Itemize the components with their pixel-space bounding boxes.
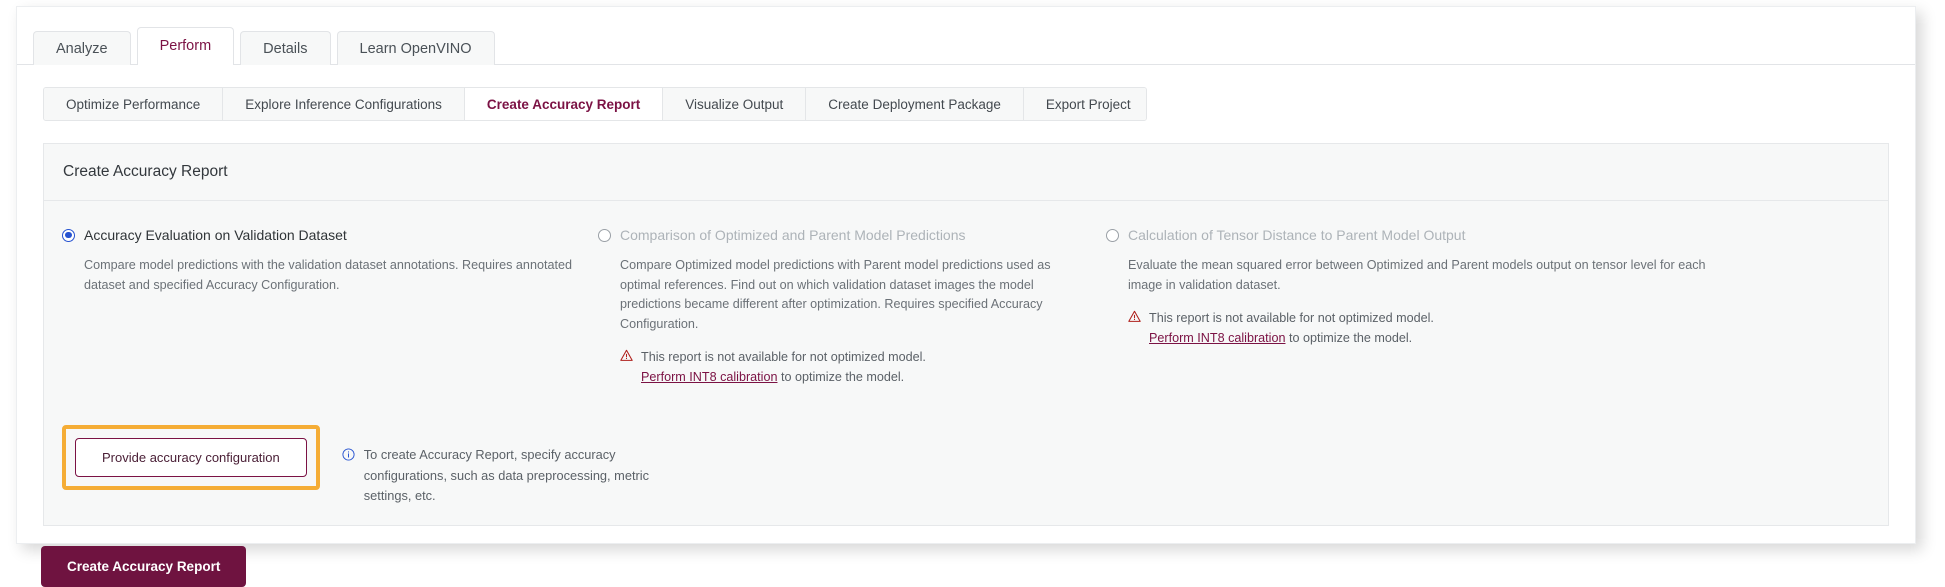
tab-create-accuracy-report[interactable]: Create Accuracy Report bbox=[464, 88, 664, 120]
action-row: Provide accuracy configuration To create… bbox=[44, 425, 1888, 506]
option-label: Comparison of Optimized and Parent Model… bbox=[620, 227, 966, 243]
panel-header: Create Accuracy Report bbox=[44, 144, 1888, 201]
radio-comparison-optimized-parent[interactable] bbox=[598, 228, 611, 242]
warning-note-text: This report is not available for not opt… bbox=[1149, 309, 1479, 348]
info-text: To create Accuracy Report, specify accur… bbox=[363, 447, 649, 504]
secondary-tabstrip: Optimize Performance Explore Inference C… bbox=[43, 87, 1147, 121]
warning-prefix: This report is not available for not opt… bbox=[1149, 311, 1434, 326]
page-card: Analyze Perform Details Learn OpenVINO O… bbox=[16, 6, 1916, 587]
primary-tabstrip: Analyze Perform Details Learn OpenVINO bbox=[17, 21, 1915, 65]
provide-accuracy-configuration-button[interactable]: Provide accuracy configuration bbox=[75, 438, 307, 478]
warning-icon bbox=[620, 349, 633, 387]
option-header[interactable]: Accuracy Evaluation on Validation Datase… bbox=[62, 225, 578, 245]
tab-perform[interactable]: Perform bbox=[136, 27, 235, 65]
option-description: Compare model predictions with the valid… bbox=[84, 258, 572, 292]
panel-body: Accuracy Evaluation on Validation Datase… bbox=[44, 201, 1888, 525]
option-label: Calculation of Tensor Distance to Parent… bbox=[1128, 227, 1466, 243]
report-type-options: Accuracy Evaluation on Validation Datase… bbox=[44, 225, 1888, 387]
warning-prefix: This report is not available for not opt… bbox=[641, 350, 926, 365]
radio-tensor-distance[interactable] bbox=[1106, 228, 1119, 242]
warning-icon bbox=[1128, 310, 1141, 348]
create-accuracy-report-button[interactable]: Create Accuracy Report bbox=[41, 545, 247, 587]
perform-int8-calibration-link[interactable]: Perform INT8 calibration bbox=[1149, 331, 1285, 345]
option-description: Compare Optimized model predictions with… bbox=[620, 258, 1051, 331]
option-tensor-distance[interactable]: Calculation of Tensor Distance to Parent… bbox=[1106, 225, 1726, 387]
page-title: Create Accuracy Report bbox=[63, 163, 228, 180]
option-header[interactable]: Calculation of Tensor Distance to Parent… bbox=[1106, 225, 1726, 245]
option-warning-note: This report is not available for not opt… bbox=[620, 348, 1086, 387]
option-warning-note: This report is not available for not opt… bbox=[1128, 309, 1726, 348]
tab-create-deployment-package[interactable]: Create Deployment Package bbox=[806, 88, 1024, 120]
info-icon bbox=[342, 447, 355, 506]
option-accuracy-evaluation[interactable]: Accuracy Evaluation on Validation Datase… bbox=[62, 225, 598, 387]
tab-visualize-output[interactable]: Visualize Output bbox=[663, 88, 807, 120]
accuracy-config-info: To create Accuracy Report, specify accur… bbox=[342, 445, 684, 506]
panel-footer: Create Accuracy Report bbox=[17, 526, 1915, 587]
perform-int8-calibration-link[interactable]: Perform INT8 calibration bbox=[641, 370, 777, 384]
tab-export-project[interactable]: Export Project bbox=[1023, 88, 1146, 120]
option-label: Accuracy Evaluation on Validation Datase… bbox=[84, 227, 347, 243]
create-accuracy-report-panel: Create Accuracy Report Accuracy Evaluati… bbox=[43, 143, 1889, 526]
radio-accuracy-evaluation[interactable] bbox=[62, 228, 75, 242]
tab-learn-openvino[interactable]: Learn OpenVINO bbox=[336, 31, 495, 65]
tab-details[interactable]: Details bbox=[240, 31, 331, 65]
tab-optimize-performance[interactable]: Optimize Performance bbox=[44, 88, 224, 120]
tab-explore-inference-configurations[interactable]: Explore Inference Configurations bbox=[223, 88, 465, 120]
tab-analyze[interactable]: Analyze bbox=[33, 31, 131, 65]
warning-note-text: This report is not available for not opt… bbox=[641, 348, 971, 387]
option-description: Evaluate the mean squared error between … bbox=[1128, 258, 1706, 292]
option-header[interactable]: Comparison of Optimized and Parent Model… bbox=[598, 225, 1086, 245]
warning-suffix: to optimize the model. bbox=[1285, 330, 1413, 345]
option-comparison-optimized-parent[interactable]: Comparison of Optimized and Parent Model… bbox=[598, 225, 1106, 387]
highlight-outline: Provide accuracy configuration bbox=[62, 425, 320, 491]
warning-suffix: to optimize the model. bbox=[777, 369, 905, 384]
